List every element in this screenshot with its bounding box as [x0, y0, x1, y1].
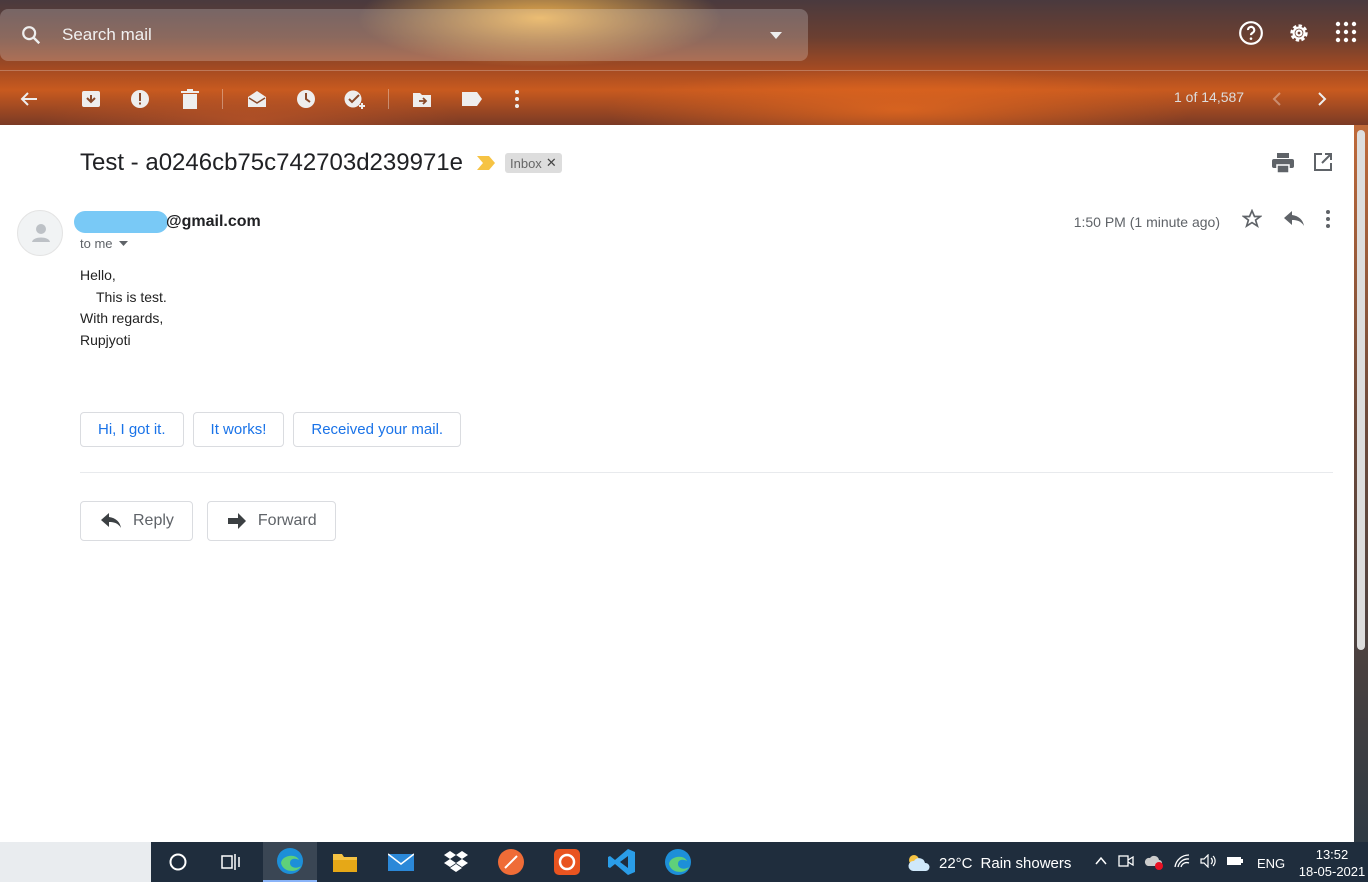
inbox-label-chip: Inbox ✕: [505, 153, 562, 173]
open-in-new-window-icon[interactable]: [1314, 153, 1332, 178]
taskbar-clock[interactable]: 13:52 18-05-2021: [1297, 846, 1367, 880]
smart-reply-chip[interactable]: Hi, I got it.: [80, 412, 184, 447]
toolbar-separator: [388, 89, 389, 109]
smart-reply-suggestions: Hi, I got it. It works! Received your ma…: [80, 412, 462, 447]
wifi-icon[interactable]: [1174, 854, 1190, 875]
archive-icon[interactable]: [80, 88, 102, 110]
snooze-clock-icon[interactable]: [295, 88, 317, 110]
show-details-caret-icon[interactable]: [118, 241, 128, 246]
back-arrow-icon[interactable]: [18, 88, 40, 110]
label-tag-icon[interactable]: [461, 88, 483, 110]
subject-line: Test - a0246cb75c742703d239971e Inbox ✕: [80, 149, 562, 177]
postman-app-icon[interactable]: [497, 848, 525, 876]
subject-title: Test - a0246cb75c742703d239971e: [80, 149, 463, 176]
subject-actions: [1272, 153, 1332, 178]
sender-email-domain: @gmail.com: [166, 213, 261, 230]
sender-address[interactable]: @gmail.com: [74, 211, 261, 233]
body-line: Rupjyoti: [80, 331, 131, 348]
newer-chevron-left-icon[interactable]: [1266, 88, 1288, 110]
older-chevron-right-icon[interactable]: [1311, 88, 1333, 110]
message-body: Hello, This is test. With regards, Rupjy…: [80, 265, 167, 351]
edge-browser-active-icon[interactable]: [263, 842, 317, 882]
weather-temperature: 22°C: [939, 854, 973, 872]
dropbox-icon[interactable]: [442, 848, 470, 876]
star-icon[interactable]: [1241, 208, 1263, 234]
label-name: Inbox: [510, 155, 542, 171]
weather-widget[interactable]: 22°C Rain showers: [905, 853, 1071, 873]
system-tray: [1094, 853, 1244, 875]
move-to-icon[interactable]: [411, 88, 433, 110]
reply-button[interactable]: Reply: [80, 501, 193, 541]
help-icon[interactable]: [1238, 20, 1264, 51]
smart-reply-chip[interactable]: Received your mail.: [293, 412, 462, 447]
weather-description: Rain showers: [980, 854, 1072, 872]
important-marker-icon[interactable]: [477, 156, 495, 170]
body-line: With regards,: [80, 310, 164, 327]
reply-arrow-icon[interactable]: [1284, 211, 1304, 232]
search-bar[interactable]: Search mail: [0, 9, 808, 61]
message-view: Test - a0246cb75c742703d239971e Inbox ✕ …: [0, 125, 1354, 842]
onedrive-error-icon[interactable]: [1144, 854, 1164, 875]
body-line: Hello,: [80, 267, 116, 283]
settings-gear-icon[interactable]: [1286, 20, 1312, 51]
page-scrollbar[interactable]: [1354, 125, 1368, 842]
scrollbar-thumb[interactable]: [1357, 130, 1365, 650]
body-line: This is test.: [96, 288, 167, 305]
more-options-icon[interactable]: [506, 88, 528, 110]
message-toolbar: 1 of 14,587: [0, 80, 1368, 116]
clock-time: 13:52: [1315, 847, 1349, 862]
reply-label: Reply: [133, 512, 174, 529]
message-more-icon[interactable]: [1326, 210, 1330, 233]
forward-button[interactable]: Forward: [206, 501, 336, 541]
ubuntu-terminal-icon[interactable]: [553, 848, 581, 876]
apps-grid-icon[interactable]: [1334, 20, 1358, 51]
delete-trash-icon[interactable]: [179, 88, 201, 110]
reply-forward-actions: Reply Forward: [80, 501, 336, 541]
sender-avatar[interactable]: [17, 210, 63, 256]
search-input[interactable]: Search mail: [62, 25, 744, 45]
mark-unread-icon[interactable]: [246, 88, 268, 110]
clock-date: 18-05-2021: [1298, 864, 1366, 879]
edge-browser-icon[interactable]: [664, 848, 692, 876]
report-spam-icon[interactable]: [129, 88, 151, 110]
redacted-name: [74, 211, 168, 233]
toolbar-separator: [222, 89, 223, 109]
vscode-icon[interactable]: [608, 848, 636, 876]
search-options-icon[interactable]: [744, 31, 808, 39]
show-hidden-icons-chevron-icon[interactable]: [1094, 854, 1108, 875]
top-right-actions: [1238, 20, 1358, 51]
windows-taskbar: 22°C Rain showers ENG 13:52 18-05-2021: [0, 842, 1368, 882]
file-explorer-icon[interactable]: [331, 848, 359, 876]
recipient-label: to me: [80, 236, 113, 251]
battery-icon[interactable]: [1226, 854, 1244, 875]
cloud-sun-icon: [908, 855, 930, 871]
forward-icon: [227, 513, 246, 529]
task-view-icon[interactable]: [218, 848, 246, 876]
gmail-window: Search mail 1 of 14,587 Test - a0246cb75…: [0, 0, 1368, 842]
cortana-search-icon[interactable]: [164, 848, 192, 876]
message-meta: 1:50 PM (1 minute ago): [1073, 208, 1330, 234]
smart-reply-chip[interactable]: It works!: [192, 412, 285, 447]
volume-icon[interactable]: [1200, 853, 1216, 875]
print-icon[interactable]: [1272, 153, 1294, 178]
search-icon[interactable]: [0, 24, 62, 46]
mail-app-icon[interactable]: [387, 848, 415, 876]
message-divider: [80, 472, 1333, 473]
reply-icon: [101, 513, 121, 528]
add-to-tasks-icon[interactable]: [344, 88, 366, 110]
pagination-count: 1 of 14,587: [1174, 89, 1245, 105]
forward-label: Forward: [257, 512, 317, 529]
meet-now-icon[interactable]: [1118, 854, 1134, 875]
language-indicator[interactable]: ENG: [1257, 856, 1285, 871]
header-divider: [0, 70, 1368, 71]
remove-label-icon[interactable]: ✕: [546, 155, 557, 171]
recipient-details[interactable]: to me: [80, 236, 128, 251]
message-timestamp: 1:50 PM (1 minute ago): [1073, 213, 1220, 230]
